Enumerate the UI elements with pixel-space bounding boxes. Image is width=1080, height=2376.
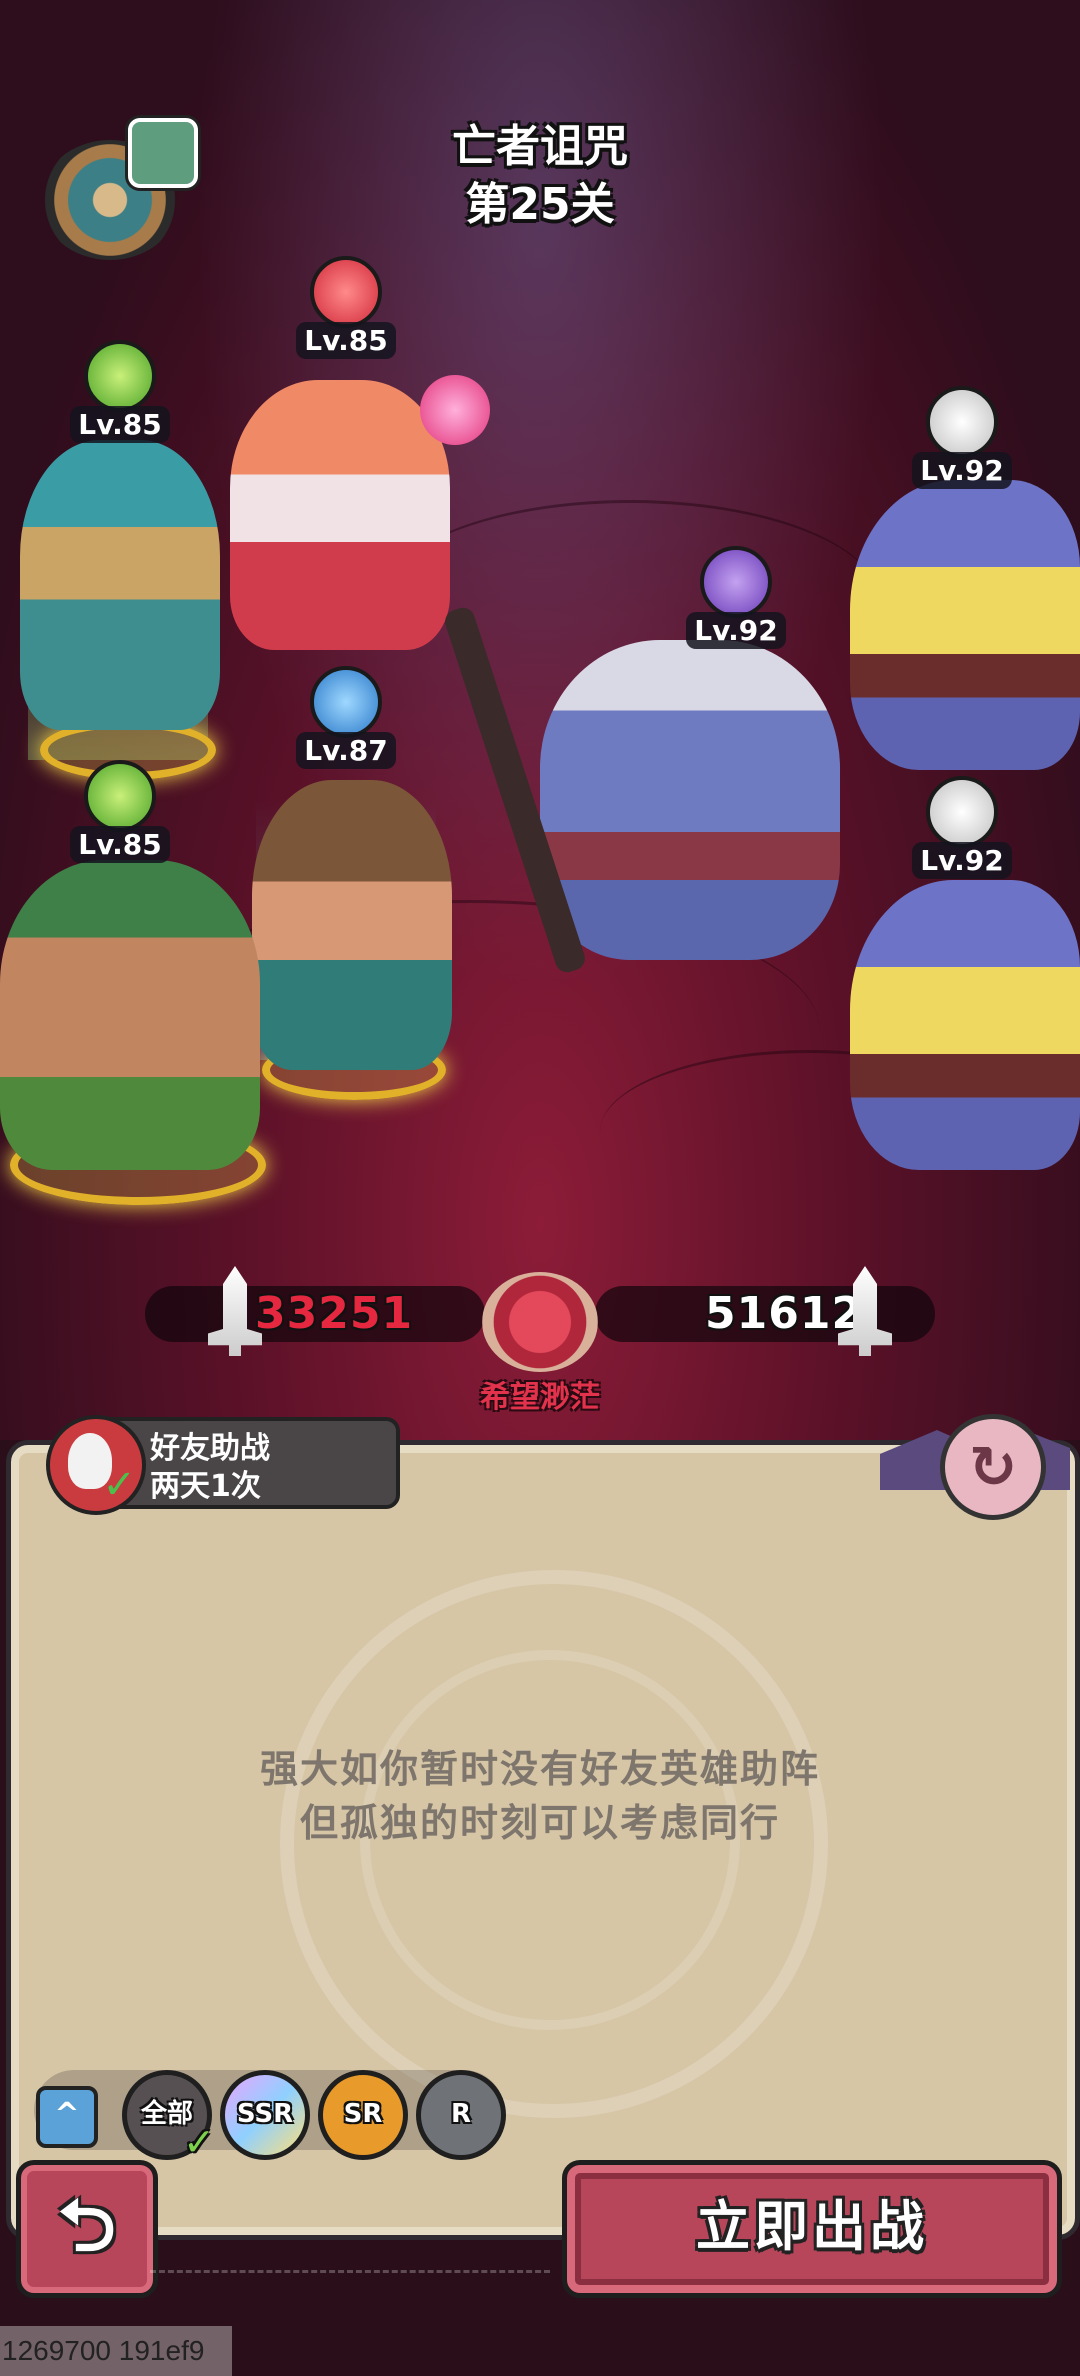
fire-element-icon — [310, 256, 382, 328]
enemy-level-badge: Lv.92 — [686, 546, 786, 649]
filter-sr-button[interactable]: SR — [318, 2070, 408, 2160]
skull-icon — [926, 386, 998, 458]
divider — [150, 2270, 550, 2273]
refresh-icon: ↻ — [968, 1433, 1018, 1501]
friend-assist-icon: ✓ — [46, 1415, 146, 1515]
enemy-level-badge: Lv.92 — [912, 386, 1012, 489]
enemy-power-value: 51612 — [705, 1288, 864, 1339]
hero-level-badge: Lv.85 — [296, 256, 396, 359]
heart-staff-icon — [420, 375, 490, 445]
friend-assist-tab[interactable]: ✓ 好友助战 两天1次 — [46, 1415, 400, 1515]
empty-message-line1: 强大如你暂时没有好友英雄助阵 — [259, 1747, 820, 1791]
level-text: Lv.87 — [296, 732, 396, 769]
hero-plant-siren[interactable] — [20, 440, 220, 730]
check-icon: ✓ — [102, 1462, 136, 1508]
hero-level-badge: Lv.85 — [70, 340, 170, 443]
water-element-icon — [310, 666, 382, 738]
enemy-power: 51612 — [595, 1266, 935, 1356]
debug-overlay: 1269700 191ef9 — [0, 2326, 232, 2376]
odds-verdict: 希望渺茫 — [480, 1380, 600, 1415]
odds-emblem-icon — [482, 1272, 598, 1372]
level-text: Lv.85 — [70, 406, 170, 443]
stage-name: 亡者诅咒 — [452, 121, 628, 172]
empty-message-line2: 但孤独的时刻可以考虑同行 — [299, 1801, 780, 1845]
hero-level-badge: Lv.85 — [70, 760, 170, 863]
hero-level-badge: Lv.87 — [296, 666, 396, 769]
hero-water-monk[interactable] — [252, 780, 452, 1070]
ally-power-value: 33251 — [255, 1288, 414, 1339]
hero-tribal-warrior[interactable] — [0, 860, 260, 1170]
collapse-button[interactable]: ^ — [36, 2086, 98, 2148]
start-battle-label: 立即出战 — [696, 2195, 928, 2258]
friend-assist-limit: 两天1次 — [150, 1469, 261, 1504]
filter-ssr-button[interactable]: SSR — [220, 2070, 310, 2160]
stage-number: 第25关 — [465, 179, 615, 230]
check-icon: ✓ — [183, 2120, 215, 2164]
level-text: Lv.85 — [296, 322, 396, 359]
hero-flame-princess[interactable] — [230, 380, 450, 650]
enemy-demon-shaman[interactable] — [540, 640, 840, 960]
back-button[interactable]: ⮌ — [16, 2160, 158, 2298]
back-arrow-icon: ⮌ — [58, 2183, 116, 2267]
level-text: Lv.92 — [912, 842, 1012, 879]
ally-power: 33251 — [145, 1266, 485, 1356]
filter-ssr-label: SSR — [236, 2099, 294, 2129]
enemy-skull-ogre-bottom[interactable] — [850, 880, 1080, 1170]
level-text: Lv.92 — [912, 452, 1012, 489]
filter-all-button[interactable]: 全部 ✓ — [122, 2070, 215, 2164]
filter-r-label: R — [450, 2099, 472, 2129]
filter-r-button[interactable]: R — [416, 2070, 506, 2160]
enemy-level-badge: Lv.92 — [912, 776, 1012, 879]
level-text: Lv.85 — [70, 826, 170, 863]
demon-face-icon — [700, 546, 772, 618]
level-text: Lv.92 — [686, 612, 786, 649]
friend-avatar[interactable] — [128, 118, 198, 188]
nature-element-icon — [84, 760, 156, 832]
nature-element-icon — [84, 340, 156, 412]
skull-icon — [926, 776, 998, 848]
stage-title: 亡者诅咒 第25关 — [390, 118, 690, 234]
start-battle-button[interactable]: 立即出战 — [562, 2160, 1062, 2298]
filter-sr-label: SR — [343, 2099, 383, 2129]
refresh-button[interactable]: ↻ — [940, 1414, 1046, 1520]
enemy-skull-ogre-top[interactable] — [850, 480, 1080, 770]
